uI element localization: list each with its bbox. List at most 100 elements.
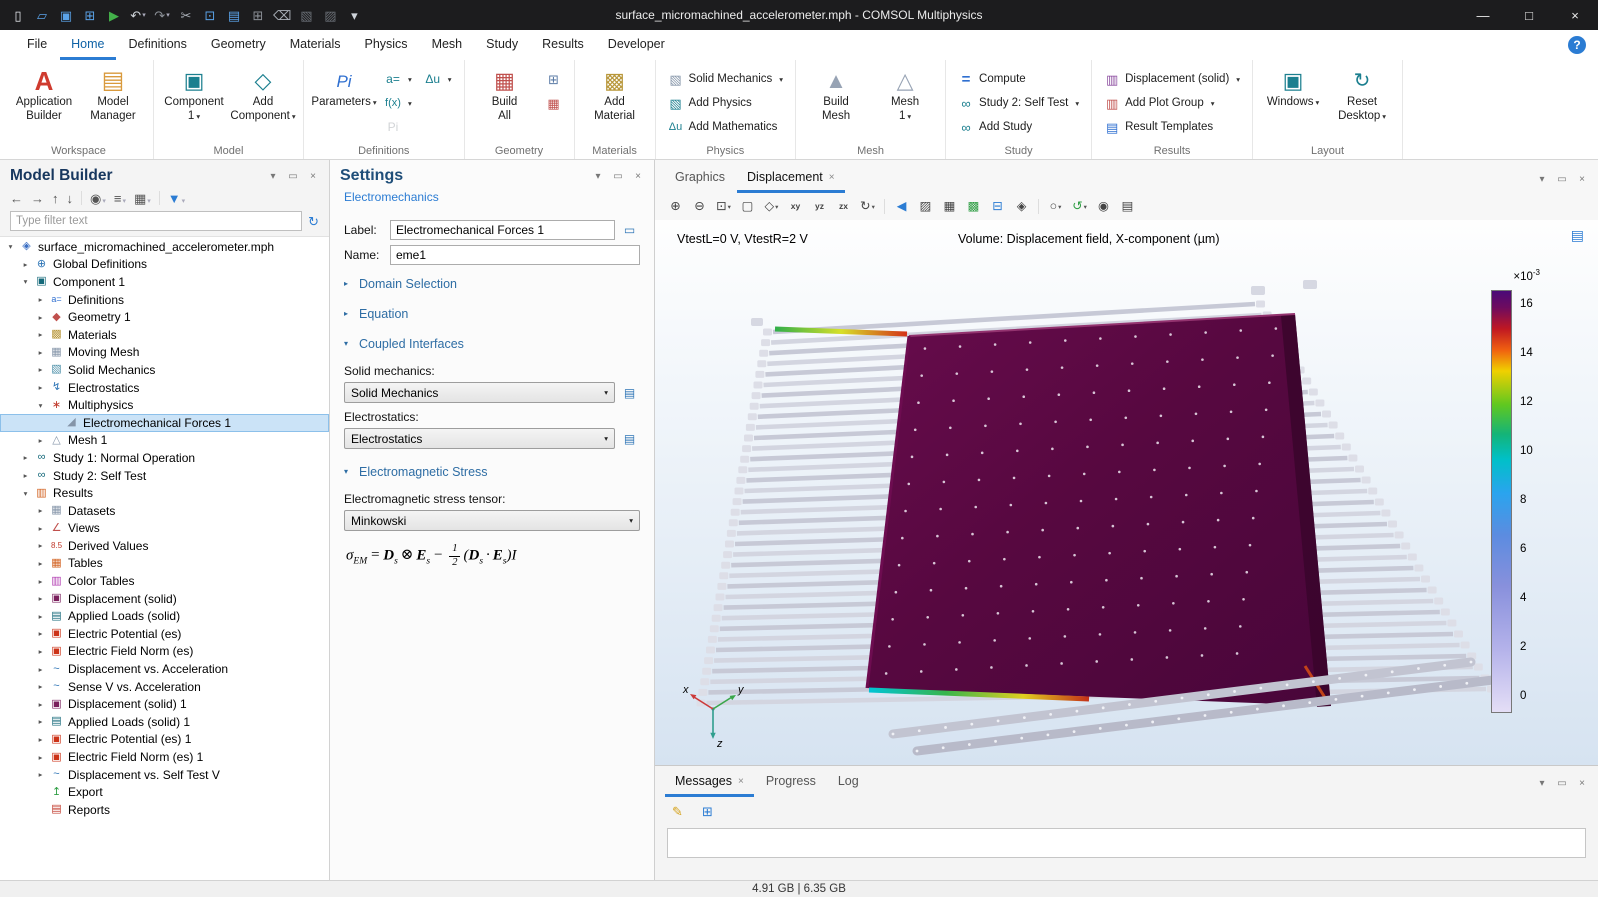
expanded-arrow-icon[interactable]: ▾ [21,277,30,286]
tab-progress[interactable]: Progress [756,767,826,797]
environment-reflections-button[interactable]: ↺▾ [1069,196,1090,217]
tree-node-displacement-solid-1[interactable]: ▸▣Displacement (solid) 1 [0,695,329,713]
close-tab-icon[interactable]: × [738,776,744,787]
collapsed-arrow-icon[interactable]: ▸ [36,541,45,550]
tree-node-global-definitions[interactable]: ▸⊕Global Definitions [0,256,329,274]
tree-node-sense-v-vs-acceleration[interactable]: ▸~Sense V vs. Acceleration [0,678,329,696]
collapsed-arrow-icon[interactable]: ▸ [36,313,45,322]
go-to-solid-mechanics-button[interactable]: ▤ [619,382,640,403]
tree-node-electric-field-norm-es-1[interactable]: ▸▣Electric Field Norm (es) 1 [0,748,329,766]
collapse-all-button[interactable]: ≡▾ [114,192,126,205]
zoom-in-button[interactable]: ⊕ [665,196,686,217]
tree-node-results[interactable]: ▾▥Results [0,484,329,502]
tab-log[interactable]: Log [828,767,869,797]
expanded-arrow-icon[interactable]: ▾ [6,242,15,251]
collapsed-arrow-icon[interactable]: ▸ [36,700,45,709]
tree-node-electric-field-norm-es[interactable]: ▸▣Electric Field Norm (es) [0,643,329,661]
graphics-canvas[interactable]: VtestL=0 V, VtestR=2 V Volume: Displacem… [655,220,1598,765]
tree-node-displacement-vs-acceleration[interactable]: ▸~Displacement vs. Acceleration [0,660,329,678]
undo-button[interactable]: ↶▾ [126,2,150,28]
solid-mechanics-button[interactable]: ▧Solid Mechanics▾ [663,68,789,90]
copy-button[interactable]: ⊡ [198,2,222,28]
build-all-button[interactable]: ▦BuildAll [472,63,538,127]
close-panel-icon[interactable]: × [307,171,319,182]
collapsed-arrow-icon[interactable]: ▸ [21,471,30,480]
collapsed-arrow-icon[interactable]: ▸ [36,629,45,638]
collapsed-arrow-icon[interactable]: ▸ [36,365,45,374]
tree-node-electric-potential-es-1[interactable]: ▸▣Electric Potential (es) 1 [0,731,329,749]
menu-tab-results[interactable]: Results [531,30,595,60]
go-back-button[interactable]: ← [10,192,23,205]
redo-button[interactable]: ↷▾ [150,2,174,28]
collapsed-arrow-icon[interactable]: ▸ [36,295,45,304]
float-panel-icon[interactable]: ▭ [1556,778,1568,789]
collapsed-arrow-icon[interactable]: ▸ [36,665,45,674]
float-panel-icon[interactable]: ▭ [612,171,624,182]
go-forward-button[interactable]: → [31,192,44,205]
collapsed-arrow-icon[interactable]: ▸ [36,682,45,691]
compute-button[interactable]: =Compute [953,68,1084,90]
customize-toolbar-button[interactable]: ▾ [342,2,366,28]
open-button[interactable]: ▱ [30,2,54,28]
windows-button[interactable]: ▣Windows▾ [1260,63,1326,113]
collapsed-arrow-icon[interactable]: ▸ [36,577,45,586]
tree-node-study-1-normal-operation[interactable]: ▸∞Study 1: Normal Operation [0,449,329,467]
tree-node-displacement-vs-self-test-v[interactable]: ▸~Displacement vs. Self Test V [0,766,329,784]
close-panel-icon[interactable]: × [1576,778,1588,789]
tree-node-electrostatics[interactable]: ▸↯Electrostatics [0,379,329,397]
menu-tab-mesh[interactable]: Mesh [421,30,474,60]
update-solution-button[interactable]: ▨ [318,2,342,28]
tree-filter-input[interactable] [10,211,302,231]
tree-node-electromechanical-forces-1[interactable]: ◢Electromechanical Forces 1 [0,414,329,432]
tree-node-solid-mechanics[interactable]: ▸▧Solid Mechanics [0,361,329,379]
menu-tab-file[interactable]: File [16,30,58,60]
tab-graphics[interactable]: Graphics [665,163,735,193]
menu-tab-materials[interactable]: Materials [279,30,352,60]
name-field-input[interactable] [390,245,640,265]
new-button[interactable]: ▯ [6,2,30,28]
sound-button[interactable]: ◀ [891,196,912,217]
collapsed-arrow-icon[interactable]: ▸ [36,330,45,339]
tree-node-applied-loads-solid-1[interactable]: ▸▤Applied Loads (solid) 1 [0,713,329,731]
zoom-out-button[interactable]: ⊖ [689,196,710,217]
float-panel-icon[interactable]: ▭ [287,171,299,182]
tree-node-color-tables[interactable]: ▸▥Color Tables [0,572,329,590]
view-zx-button[interactable]: zx [833,196,854,217]
collapsed-arrow-icon[interactable]: ▸ [21,453,30,462]
expanded-arrow-icon[interactable]: ▾ [36,401,45,410]
section-equation[interactable]: ▸ Equation [344,300,640,327]
menu-tab-geometry[interactable]: Geometry [200,30,277,60]
collapsed-arrow-icon[interactable]: ▸ [36,753,45,762]
add-mathematics-button[interactable]: ΔuAdd Mathematics [663,116,789,138]
model-tree-filter-button[interactable]: ▼▾ [168,192,185,205]
go-to-default-view-button[interactable]: ◇▾ [761,196,782,217]
collapsed-arrow-icon[interactable]: ▸ [36,647,45,656]
collapsed-arrow-icon[interactable]: ▸ [36,436,45,445]
menu-tab-physics[interactable]: Physics [353,30,418,60]
tree-node-geometry-1[interactable]: ▸◆Geometry 1 [0,308,329,326]
panel-menu-icon[interactable]: ▾ [1536,778,1548,789]
collapsed-arrow-icon[interactable]: ▸ [36,770,45,779]
node-grouping-button[interactable]: ▦▾ [134,192,151,205]
go-to-electrostatics-button[interactable]: ▤ [619,428,640,449]
close-panel-icon[interactable]: × [632,171,644,182]
insert-sequence-button[interactable]: ⊞ [541,68,567,90]
compact-history-button[interactable]: ▧ [294,2,318,28]
tree-node-applied-loads-solid[interactable]: ▸▤Applied Loads (solid) [0,607,329,625]
tree-node-reports[interactable]: ▤Reports [0,801,329,819]
collapsed-arrow-icon[interactable]: ▸ [36,506,45,515]
section-domain-selection[interactable]: ▸ Domain Selection [344,270,640,297]
close-panel-icon[interactable]: × [1576,174,1588,185]
show-material-button[interactable]: ▦ [939,196,960,217]
collapsed-arrow-icon[interactable]: ▸ [36,594,45,603]
collapsed-arrow-icon[interactable]: ▸ [36,383,45,392]
close-tab-icon[interactable]: × [829,172,835,183]
collapsed-arrow-icon[interactable]: ▸ [36,735,45,744]
paste-button[interactable]: ▤ [222,2,246,28]
parameters-button[interactable]: PiParameters▾ [311,63,377,113]
transparency-button[interactable]: ▨ [915,196,936,217]
variables-button[interactable]: a=▾ [380,68,417,90]
tree-node-views[interactable]: ▸∠Views [0,520,329,538]
stress-tensor-select[interactable]: Minkowski ▾ [344,510,640,531]
tree-node-derived-values[interactable]: ▸8.5Derived Values [0,537,329,555]
